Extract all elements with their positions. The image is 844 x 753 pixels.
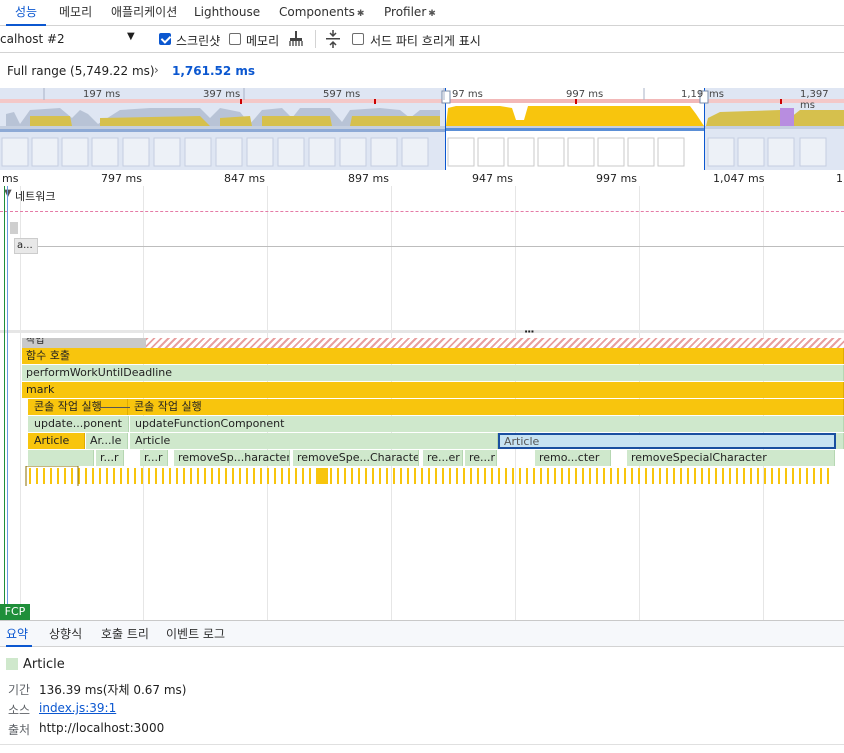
details-tab-bar: 요약 상향식 호출 트리 이벤트 로그 [0,620,844,647]
ruler-tick: ms [2,172,19,185]
gear-icon: ✱ [428,9,436,19]
ruler-tick: 997 ms [596,172,637,185]
network-title: 네트워크 [15,190,56,203]
ruler-tick: 947 ms [472,172,513,185]
gear-icon: ✱ [356,9,365,19]
flame-small[interactable] [28,450,94,466]
dim-third-party-checkbox[interactable] [352,33,364,45]
fcp-badge[interactable]: FCP [0,604,30,620]
source-label: 소스 [8,703,31,717]
target-select[interactable]: calhost #2 ▼ [0,26,140,52]
track-resizer[interactable] [0,330,844,333]
devtools-tab-bar: 성능 메모리 애플리케이션 Lighthouse Components ✱ Pro… [0,0,844,26]
summary-divider [0,744,844,745]
tab-call-tree[interactable]: 호출 트리 [101,621,149,647]
flame-console-task[interactable]: 콘솔 작업 실행 [128,399,844,415]
flame-article-selected[interactable]: Article [498,433,836,449]
overview-tick: 397 ms [203,89,241,100]
more-icon[interactable]: ··· [524,325,535,338]
timeline-overview[interactable]: 197 ms 397 ms 597 ms 97 ms 997 ms 1,19 m… [0,88,844,170]
ruler-tick: 1, [836,172,844,185]
network-request[interactable]: a... [14,238,38,254]
flame-article[interactable]: Article [28,433,85,449]
flame-remove-special-character[interactable]: removeSpecialCharacter [627,450,835,466]
source-link[interactable]: index.js:39:1 [39,701,116,715]
flow-arrow [100,407,130,408]
flame-remove-special-character[interactable]: remo...cter [535,450,611,466]
tab-memory[interactable]: 메모리 [59,0,92,26]
duration-value: 136.39 ms(자체 0.67 ms) [39,683,187,697]
flame-article[interactable]: Article [130,433,498,449]
tab-lighthouse[interactable]: Lighthouse [194,0,260,26]
screenshots-checkbox[interactable] [159,33,171,45]
tab-performance[interactable]: 성능 [6,0,46,26]
overview-tick: 597 ms [323,89,361,100]
dim-third-party-label: 서드 파티 흐리게 표시 [370,34,481,48]
flame-deep-calls [25,466,834,486]
duration-label: 기간 [8,683,31,697]
breadcrumb-current-range[interactable]: 1,761.52 ms [172,64,255,78]
tab-bottom-up[interactable]: 상향식 [49,621,82,647]
origin-value: http://localhost:3000 [39,721,165,735]
tab-summary[interactable]: 요약 [6,621,32,647]
overview-tick: 1,397 ms [800,89,829,111]
breadcrumb-full-range[interactable]: Full range (5,749.22 ms) [7,64,155,78]
flame-remove-short[interactable]: r...r [140,450,168,466]
overview-tick: 997 ms [566,89,604,100]
overview-tick: 1,19 [681,89,704,100]
flame-article[interactable] [836,433,844,449]
tab-application[interactable]: 애플리케이션 [111,0,177,26]
ruler-tick: 847 ms [224,172,265,185]
ruler-tick: 797 ms [101,172,142,185]
devtools-performance-panel: 성능 메모리 애플리케이션 Lighthouse Components ✱ Pro… [0,0,844,753]
flame-update-component[interactable]: update...ponent [28,416,129,432]
task-bar[interactable]: 작업 [22,338,146,348]
fcp-marker-line [4,186,5,620]
network-request-line [38,246,844,247]
overview-tick: 97 ms [452,89,483,100]
ruler-tick: 897 ms [348,172,389,185]
overview-tick: ms [709,89,724,100]
flame-remove-short[interactable]: re...r [465,450,497,466]
flame-function-call[interactable]: 함수 호출 [22,348,844,364]
chevron-down-icon: ▼ [127,31,135,42]
chevron-right-icon: › [154,63,159,77]
flame-article[interactable]: Ar...le [86,433,128,449]
memory-checkbox[interactable] [229,33,241,45]
tab-components[interactable]: Components ✱ [279,0,364,26]
flame-perform-work[interactable]: performWorkUntilDeadline [22,365,844,381]
network-request[interactable] [10,222,18,234]
flame-mark[interactable]: mark [22,382,844,398]
network-track: ▼ 네트워크 a... [0,186,844,331]
overview-tick: 197 ms [83,89,121,100]
flame-remove-short[interactable]: re...er [423,450,463,466]
long-task-bar[interactable] [146,338,844,348]
flame-remove-special-character[interactable]: removeSp...haracter [174,450,290,466]
ruler-tick: 1,047 ms [713,172,765,185]
marker-line [7,186,8,620]
flame-remove-short[interactable]: r...r [96,450,124,466]
flame-update-function-component[interactable]: updateFunctionComponent [130,416,844,432]
flame-remove-special-character[interactable]: removeSpe...Character [293,450,419,466]
tab-profiler[interactable]: Profiler ✱ [384,0,436,26]
summary-panel: Article 기간 136.39 ms(자체 0.67 ms) 소스 inde… [0,647,844,753]
overview-graph [0,88,844,170]
performance-toolbar: calhost #2 ▼ 스크린샷 메모리 서드 파티 흐리게 표시 [0,26,844,53]
broom-icon[interactable] [289,31,303,47]
collapse-icon[interactable] [326,30,340,48]
toolbar-divider [315,30,316,48]
breadcrumb: Full range (5,749.22 ms) › 1,761.52 ms [0,53,844,88]
category-swatch [6,658,18,670]
screenshots-label: 스크린샷 [176,34,221,48]
origin-label: 출처 [8,723,31,737]
summary-title: Article [23,657,65,672]
network-divider [0,211,844,212]
time-ruler: ms 797 ms 847 ms 897 ms 947 ms 997 ms 1,… [0,170,844,186]
tab-event-log[interactable]: 이벤트 로그 [166,621,225,647]
memory-label: 메모리 [246,34,280,48]
